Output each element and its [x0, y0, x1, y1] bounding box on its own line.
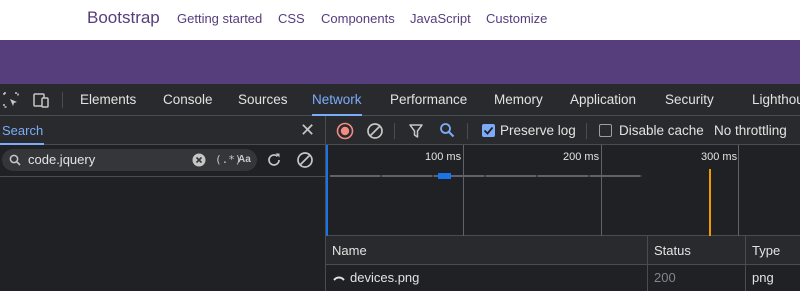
toolbar-separator — [586, 123, 587, 139]
disable-cache-checkbox[interactable] — [599, 124, 612, 137]
tab-elements[interactable]: Elements — [80, 84, 136, 116]
inspect-element-icon[interactable] — [2, 91, 20, 109]
table-row-status-cell: 200 — [648, 265, 746, 291]
gridline — [601, 145, 602, 236]
filter-icon[interactable] — [408, 122, 424, 140]
load-event-line — [709, 169, 711, 236]
devtools-panel: Elements Console Sources Network Perform… — [0, 84, 800, 291]
column-header-name[interactable]: Name — [326, 236, 648, 265]
tab-network[interactable]: Network — [312, 84, 362, 116]
image-file-icon — [333, 276, 345, 281]
nav-link-getting-started[interactable]: Getting started — [177, 11, 262, 26]
record-stop-icon[interactable] — [336, 122, 354, 140]
preserve-log-checkbox[interactable] — [482, 124, 495, 137]
search-input[interactable]: code.jquery (.*) Aa — [2, 149, 257, 171]
clear-network-log-icon[interactable] — [366, 122, 384, 140]
network-toolbar: Preserve log Disable cache No throttling — [326, 116, 800, 145]
gridline — [738, 145, 739, 236]
nav-link-components[interactable]: Components — [321, 11, 395, 26]
clear-results-icon[interactable] — [296, 151, 314, 169]
throttling-select[interactable]: No throttling — [714, 123, 787, 138]
search-network-icon[interactable] — [439, 122, 455, 138]
search-panel: Search ✕ code.jquery (.*) Aa — [0, 116, 325, 291]
tab-console[interactable]: Console — [163, 84, 213, 116]
refresh-icon[interactable] — [265, 151, 283, 169]
preserve-log-label[interactable]: Preserve log — [500, 123, 576, 138]
timeline-start-marker — [326, 145, 328, 236]
device-toolbar-icon[interactable] — [32, 91, 50, 109]
gridline — [463, 145, 464, 236]
devtools-tabbar: Elements Console Sources Network Perform… — [0, 84, 800, 116]
checkmark-icon — [483, 126, 494, 135]
column-header-status[interactable]: Status — [648, 236, 746, 265]
toolbar-separator — [467, 123, 468, 139]
toolbar-separator — [394, 123, 395, 139]
tick-label-100ms: 100 ms — [425, 151, 462, 163]
request-bar — [438, 173, 451, 179]
table-row-name-cell[interactable]: devices.png — [326, 265, 648, 291]
column-header-type[interactable]: Type — [746, 236, 800, 265]
nav-link-javascript[interactable]: JavaScript — [410, 11, 471, 26]
tab-application[interactable]: Application — [570, 84, 636, 116]
match-case-toggle[interactable]: Aa — [238, 154, 251, 165]
site-navbar: Bootstrap Getting started CSS Components… — [0, 0, 800, 40]
close-icon[interactable]: ✕ — [300, 120, 315, 140]
search-row: code.jquery (.*) Aa — [0, 145, 325, 177]
search-query-text: code.jquery — [28, 152, 96, 167]
tab-lighthouse[interactable]: Lighthou — [752, 84, 800, 116]
network-request-table: Name Status Type devices.png 200 png — [326, 236, 800, 291]
tab-performance[interactable]: Performance — [390, 84, 467, 116]
clear-input-icon[interactable] — [192, 153, 206, 167]
site-brand-link[interactable]: Bootstrap — [87, 8, 160, 28]
search-icon — [9, 154, 21, 166]
search-panel-title[interactable]: Search — [2, 123, 43, 138]
site-hero-band — [0, 40, 800, 84]
table-row-type-cell: png — [746, 265, 800, 291]
tick-label-200ms: 200 ms — [563, 151, 600, 163]
tick-label-300ms: 300 ms — [701, 151, 738, 163]
nav-link-css[interactable]: CSS — [278, 11, 305, 26]
tabbar-separator — [62, 92, 63, 108]
tab-sources[interactable]: Sources — [238, 84, 288, 116]
overview-track — [330, 175, 642, 177]
disable-cache-label[interactable]: Disable cache — [619, 123, 704, 138]
network-overview-timeline[interactable]: 100 ms 200 ms 300 ms — [326, 145, 800, 236]
nav-link-customize[interactable]: Customize — [486, 11, 547, 26]
tab-security[interactable]: Security — [665, 84, 714, 116]
search-panel-header: Search ✕ — [0, 116, 325, 145]
request-name: devices.png — [350, 270, 420, 285]
tab-memory[interactable]: Memory — [494, 84, 543, 116]
